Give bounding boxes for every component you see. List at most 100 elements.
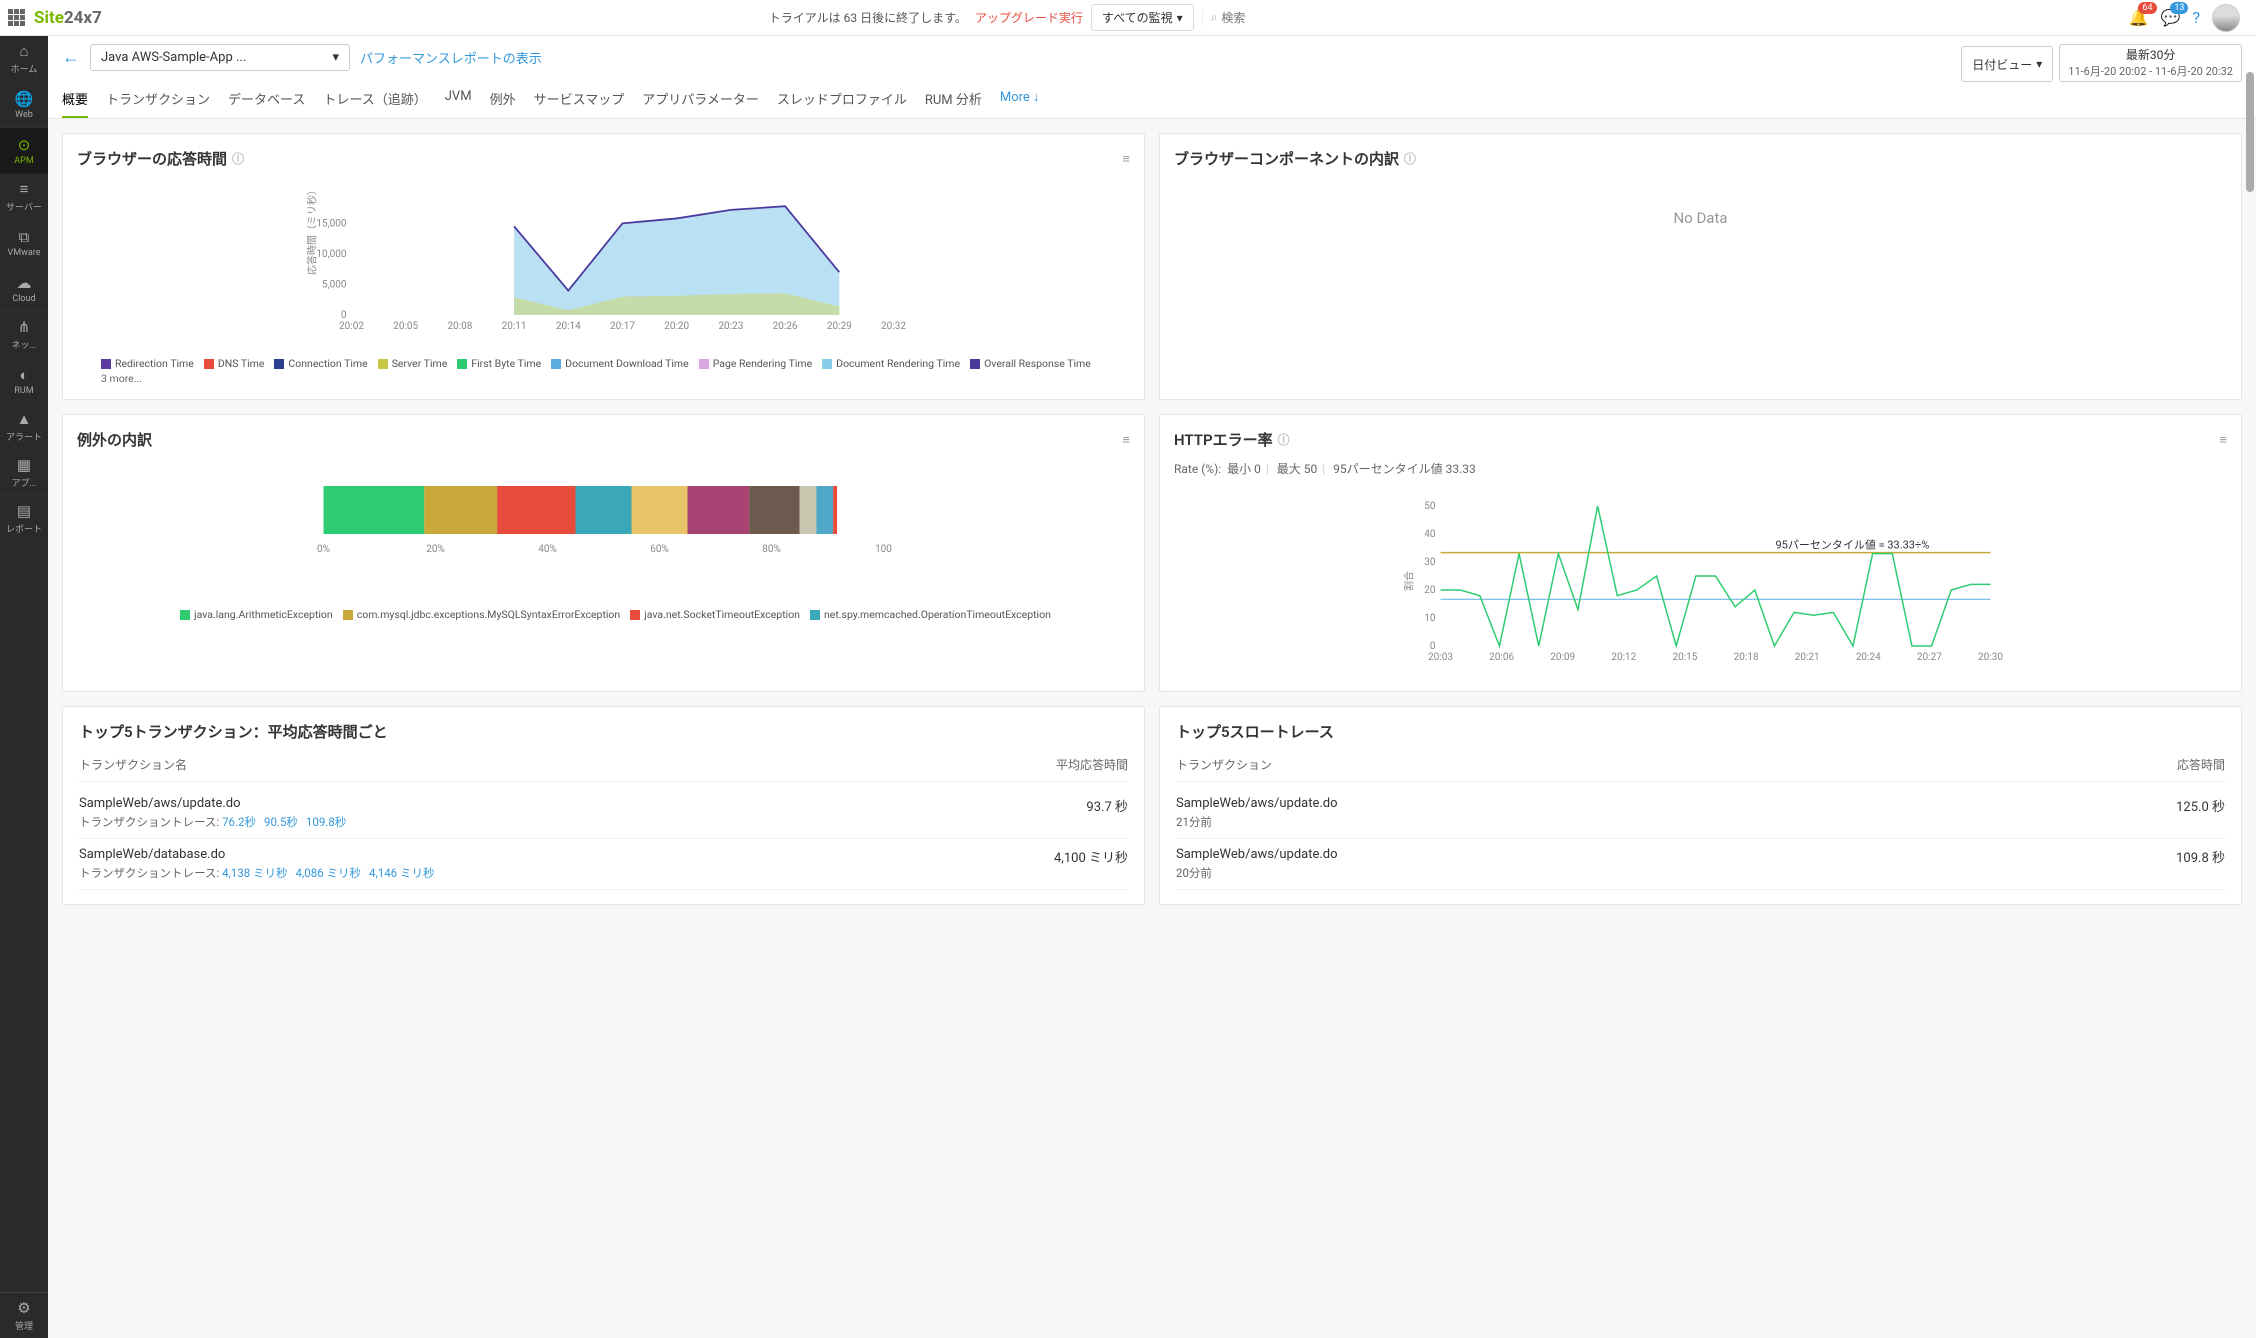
vmware-icon: ⧉ bbox=[19, 228, 30, 246]
nav-admin[interactable]: ⚙管理 bbox=[0, 1292, 48, 1338]
nav-network[interactable]: ⋔ネッ... bbox=[0, 312, 48, 358]
logo: Site24x7 bbox=[34, 8, 102, 28]
legend-item[interactable]: Connection Time bbox=[274, 357, 367, 370]
legend-item[interactable]: First Byte Time bbox=[457, 357, 541, 370]
apps-grid-icon[interactable] bbox=[8, 9, 26, 27]
tab-rum[interactable]: RUM 分析 bbox=[925, 81, 982, 118]
perf-report-link[interactable]: パフォーマンスレポートの表示 bbox=[360, 48, 542, 67]
svg-text:40%: 40% bbox=[538, 544, 557, 555]
legend-more[interactable]: 3 more... bbox=[77, 372, 1130, 385]
nav-reports[interactable]: ▤レポート bbox=[0, 496, 48, 542]
scrollbar[interactable] bbox=[2246, 72, 2254, 1338]
nav-alerts[interactable]: ▲アラート bbox=[0, 404, 48, 450]
avatar[interactable] bbox=[2212, 4, 2240, 32]
chevron-down-icon: ▾ bbox=[1177, 11, 1183, 25]
svg-text:95パーセンタイル値 = 33.33÷%: 95パーセンタイル値 = 33.33÷% bbox=[1776, 539, 1930, 552]
legend-item[interactable]: DNS Time bbox=[204, 357, 265, 370]
nav-vmware[interactable]: ⧉VMware bbox=[0, 220, 48, 266]
svg-text:0: 0 bbox=[341, 310, 347, 321]
trace-link[interactable]: 4,138 ミリ秒 bbox=[222, 866, 287, 880]
date-range[interactable]: 最新30分 11-6月-20 20:02 - 11-6月-20 20:32 bbox=[2059, 44, 2242, 82]
svg-text:20:03: 20:03 bbox=[1428, 652, 1453, 663]
tab-servicemap[interactable]: サービスマップ bbox=[534, 81, 625, 118]
svg-text:15,000: 15,000 bbox=[316, 218, 346, 229]
svg-text:20:06: 20:06 bbox=[1489, 652, 1514, 663]
tab-overview[interactable]: 概要 bbox=[62, 81, 88, 118]
table-row[interactable]: 125.0 秒SampleWeb/aws/update.do21分前 bbox=[1176, 788, 2225, 839]
table-row[interactable]: 4,100 ミリ秒SampleWeb/database.doトランザクショントレ… bbox=[79, 839, 1128, 890]
trace-link[interactable]: 4,086 ミリ秒 bbox=[296, 866, 361, 880]
legend-item[interactable]: Server Time bbox=[378, 357, 448, 370]
nav-web[interactable]: 🌐Web bbox=[0, 82, 48, 128]
nav-home[interactable]: ⌂ホーム bbox=[0, 36, 48, 82]
card-top-transactions: トップ5トランザクション：平均応答時間ごと トランザクション名平均応答時間 93… bbox=[62, 706, 1145, 905]
tabs: 概要 トランザクション データベース トレース（追跡） JVM 例外 サービスマ… bbox=[62, 81, 2242, 118]
svg-text:20:29: 20:29 bbox=[827, 321, 852, 332]
legend-item[interactable]: Overall Response Time bbox=[970, 357, 1091, 370]
monitor-select[interactable]: すべての監視 ▾ bbox=[1091, 4, 1194, 31]
trace-link[interactable]: 109.8秒 bbox=[306, 815, 346, 829]
date-view-button[interactable]: 日付ビュー▾ bbox=[1961, 46, 2053, 82]
trace-link[interactable]: 76.2秒 bbox=[222, 815, 256, 829]
svg-text:20%: 20% bbox=[426, 544, 445, 555]
nav-server[interactable]: ≡サーバー bbox=[0, 174, 48, 220]
info-icon[interactable]: ⓘ bbox=[1278, 431, 1290, 448]
legend-item[interactable]: Document Rendering Time bbox=[822, 357, 960, 370]
info-icon[interactable]: ⓘ bbox=[1404, 150, 1416, 167]
tab-more[interactable]: More ↓ bbox=[1000, 81, 1040, 118]
card-title: ブラウザーコンポーネントの内訳 bbox=[1174, 148, 1399, 169]
app-select[interactable]: Java AWS-Sample-App ...▾ bbox=[90, 44, 350, 71]
legend-item[interactable]: com.mysql.jdbc.exceptions.MySQLSyntaxErr… bbox=[343, 608, 620, 621]
nav-rum[interactable]: ◐RUM bbox=[0, 358, 48, 404]
home-icon: ⌂ bbox=[19, 42, 28, 60]
card-title: トップ5トランザクション：平均応答時間ごと bbox=[79, 721, 1128, 742]
table-row[interactable]: 109.8 秒SampleWeb/aws/update.do20分前 bbox=[1176, 839, 2225, 890]
card-menu-icon[interactable]: ≡ bbox=[2219, 432, 2227, 448]
chat-icon-wrap[interactable]: 💬13 bbox=[2161, 8, 2181, 27]
gauge-icon: ⊙ bbox=[18, 136, 31, 154]
nav-apm[interactable]: ⊙APM bbox=[0, 128, 48, 174]
legend-item[interactable]: Page Rendering Time bbox=[699, 357, 812, 370]
trace-link[interactable]: 90.5秒 bbox=[264, 815, 298, 829]
col-header: 応答時間 bbox=[2177, 756, 2225, 773]
card-menu-icon[interactable]: ≡ bbox=[1122, 432, 1130, 448]
search-input[interactable] bbox=[1221, 11, 1461, 25]
nav-apps[interactable]: ▦アプ... bbox=[0, 450, 48, 496]
col-header: トランザクション bbox=[1176, 756, 1272, 773]
svg-text:20:17: 20:17 bbox=[610, 321, 635, 332]
card-menu-icon[interactable]: ≡ bbox=[1122, 151, 1130, 167]
apps-icon: ▦ bbox=[17, 456, 31, 474]
svg-text:20:15: 20:15 bbox=[1672, 652, 1697, 663]
nav-cloud[interactable]: ☁Cloud bbox=[0, 266, 48, 312]
chart-response-time: 応答時間（ミリ秒） 05,00010,00015,000 20:0220:052… bbox=[77, 179, 1130, 351]
info-icon[interactable]: ⓘ bbox=[232, 150, 244, 167]
tab-transaction[interactable]: トランザクション bbox=[106, 81, 210, 118]
tab-database[interactable]: データベース bbox=[228, 81, 305, 118]
legend-item[interactable]: Redirection Time bbox=[101, 357, 194, 370]
table-row[interactable]: 93.7 秒SampleWeb/aws/update.doトランザクショントレー… bbox=[79, 788, 1128, 839]
svg-text:20:11: 20:11 bbox=[502, 321, 527, 332]
upgrade-link[interactable]: アップグレード実行 bbox=[975, 9, 1083, 26]
trace-link[interactable]: 4,146 ミリ秒 bbox=[369, 866, 434, 880]
back-arrow[interactable]: ← bbox=[62, 47, 80, 68]
tab-jvm[interactable]: JVM bbox=[445, 81, 472, 118]
tab-exception[interactable]: 例外 bbox=[490, 81, 516, 118]
sidebar: ⌂ホーム 🌐Web ⊙APM ≡サーバー ⧉VMware ☁Cloud ⋔ネッ.… bbox=[0, 36, 48, 1338]
legend-item[interactable]: Document Download Time bbox=[551, 357, 689, 370]
legend-item[interactable]: java.net.SocketTimeoutException bbox=[630, 608, 800, 621]
tab-trace[interactable]: トレース（追跡） bbox=[323, 81, 426, 118]
svg-text:20:02: 20:02 bbox=[339, 321, 364, 332]
badge-count: 64 bbox=[2138, 2, 2156, 14]
svg-text:100: 100 bbox=[875, 544, 892, 555]
tab-appparams[interactable]: アプリパラメーター bbox=[642, 81, 759, 118]
legend-item[interactable]: net.spy.memcached.OperationTimeoutExcept… bbox=[810, 608, 1051, 621]
tab-threadprofile[interactable]: スレッドプロファイル bbox=[777, 81, 907, 118]
search-box[interactable]: ⌕ bbox=[1202, 10, 1462, 25]
help-icon[interactable]: ? bbox=[2192, 8, 2200, 27]
svg-text:20:09: 20:09 bbox=[1550, 652, 1575, 663]
card-slow-traces: トップ5スロートレース トランザクション応答時間 125.0 秒SampleWe… bbox=[1159, 706, 2242, 905]
legend-item[interactable]: java.lang.ArithmeticException bbox=[180, 608, 333, 621]
svg-text:10: 10 bbox=[1424, 613, 1436, 624]
notification-bell[interactable]: 🔔64 bbox=[2129, 8, 2149, 27]
svg-text:20:12: 20:12 bbox=[1611, 652, 1636, 663]
